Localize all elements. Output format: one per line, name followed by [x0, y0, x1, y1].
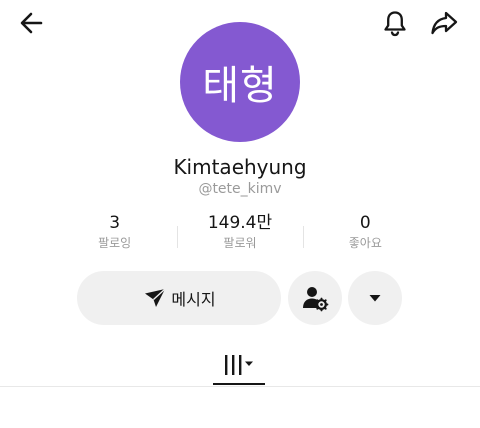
- back-button[interactable]: [12, 3, 52, 43]
- notification-button[interactable]: [375, 3, 415, 43]
- stat-value: 3: [109, 213, 121, 233]
- stat-value: 149.4만: [207, 213, 273, 233]
- tab-divider: [0, 386, 480, 387]
- username: @tete_kimv: [198, 181, 282, 197]
- message-button[interactable]: 메시지: [77, 271, 281, 325]
- stat-label: 팔로워: [223, 236, 257, 250]
- more-button[interactable]: [348, 271, 402, 325]
- share-button[interactable]: [424, 3, 464, 43]
- arrow-left-icon: [20, 12, 43, 34]
- stat-value: 0: [359, 213, 371, 233]
- active-tab-indicator: [213, 383, 265, 385]
- follow-settings-button[interactable]: [288, 271, 342, 325]
- person-gear-icon: [303, 287, 329, 312]
- profile-page: 태형 Kimtaehyung @tete_kimv 3 팔로잉 149.4만 팔…: [0, 0, 480, 428]
- stat-label: 좋아요: [348, 236, 382, 250]
- avatar-initials: 태형: [202, 63, 278, 109]
- message-label: 메시지: [171, 290, 216, 309]
- share-arrow-icon: [431, 11, 458, 35]
- stat-followers[interactable]: 149.4만 팔로워: [177, 212, 302, 260]
- caret-down-icon: [369, 295, 381, 302]
- stat-likes[interactable]: 0 좋아요: [302, 212, 428, 260]
- avatar[interactable]: 태형: [180, 22, 300, 142]
- profile-stats: 3 팔로잉 149.4만 팔로워 0 좋아요: [52, 212, 428, 260]
- grid-videos-icon: [225, 355, 253, 375]
- tab-videos[interactable]: [213, 345, 265, 385]
- display-name: Kimtaehyung: [173, 155, 307, 179]
- bell-icon: [384, 11, 406, 37]
- stat-following[interactable]: 3 팔로잉: [52, 212, 177, 260]
- stat-label: 팔로잉: [98, 236, 132, 250]
- send-icon: [145, 288, 166, 307]
